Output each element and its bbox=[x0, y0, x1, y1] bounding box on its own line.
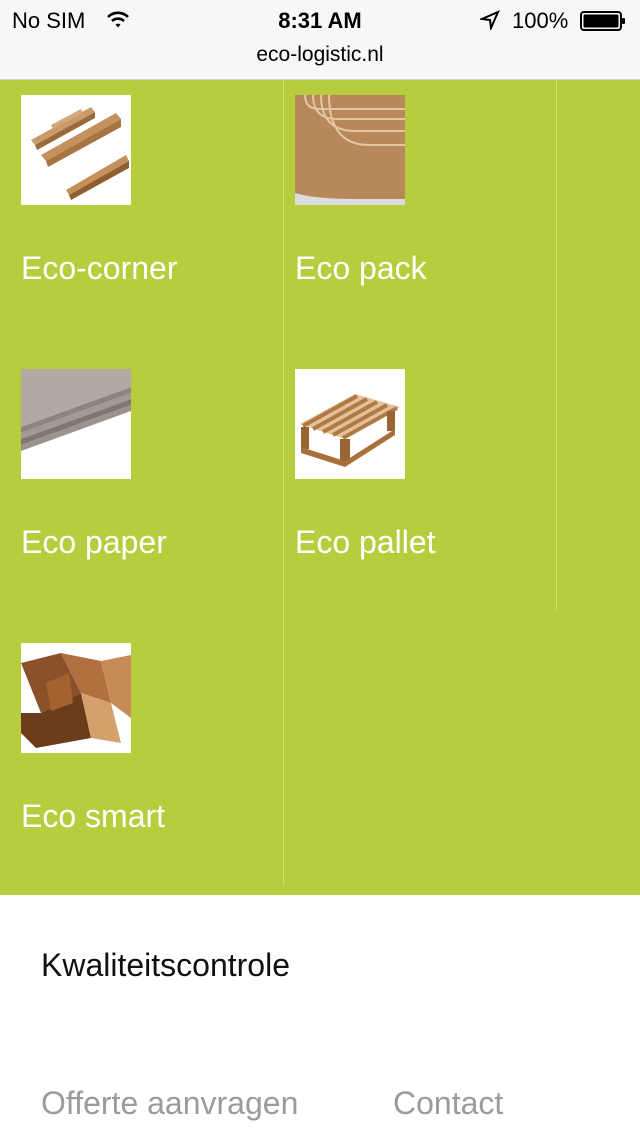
product-label-eco-paper[interactable]: Eco paper bbox=[21, 524, 167, 561]
product-image-eco-smart[interactable] bbox=[21, 643, 131, 753]
menu-link-contact[interactable]: Contact bbox=[393, 1085, 503, 1122]
grey-board-image-icon bbox=[21, 369, 131, 479]
product-label-eco-pack[interactable]: Eco pack bbox=[295, 250, 427, 287]
cardboard-corner-image-icon bbox=[21, 95, 131, 205]
product-label-eco-corner[interactable]: Eco-corner bbox=[21, 250, 178, 287]
menu-link-quality-control[interactable]: Kwaliteitscontrole bbox=[41, 947, 290, 984]
product-image-eco-pack[interactable] bbox=[295, 95, 405, 205]
product-image-eco-pallet[interactable] bbox=[295, 369, 405, 479]
footer-menu: Kwaliteitscontrole Offerte aanvragen Con… bbox=[0, 895, 640, 1136]
product-label-eco-pallet[interactable]: Eco pallet bbox=[295, 524, 436, 561]
cardboard-pallet-image-icon bbox=[295, 369, 405, 479]
product-label-eco-smart[interactable]: Eco smart bbox=[21, 798, 165, 835]
address-bar-url[interactable]: eco-logistic.nl bbox=[0, 43, 640, 67]
corner-profiles-image-icon bbox=[21, 643, 131, 753]
location-arrow-icon bbox=[480, 10, 500, 30]
product-grid: Eco-corner Eco pack Eco paper Eco pallet… bbox=[0, 80, 640, 895]
product-image-eco-paper[interactable] bbox=[21, 369, 131, 479]
battery-percent: 100% bbox=[512, 8, 569, 33]
column-divider bbox=[283, 80, 284, 885]
menu-link-request-quote[interactable]: Offerte aanvragen bbox=[41, 1085, 298, 1122]
cardboard-sheets-image-icon bbox=[295, 95, 405, 205]
browser-status-bar: No SIM 8:31 AM 100% eco-logistic.nl bbox=[0, 0, 640, 80]
status-row: No SIM 8:31 AM 100% bbox=[0, 0, 640, 40]
battery-icon bbox=[580, 11, 625, 31]
product-image-eco-corner[interactable] bbox=[21, 95, 131, 205]
column-divider bbox=[556, 80, 557, 610]
